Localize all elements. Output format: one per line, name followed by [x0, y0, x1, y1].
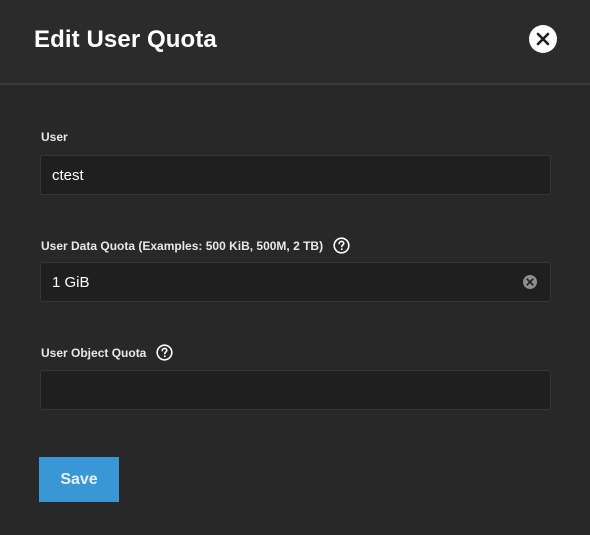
user-field-value[interactable]: ctest: [41, 167, 550, 184]
save-button[interactable]: Save: [39, 457, 119, 502]
dialog-title: Edit User Quota: [34, 26, 217, 53]
data-quota-field[interactable]: 1 GiB: [40, 262, 551, 302]
data-quota-label-text: User Data Quota (Examples: 500 KiB, 500M…: [41, 238, 324, 253]
user-label: User: [41, 130, 68, 144]
user-label-text: User: [41, 130, 68, 144]
object-quota-label: User Object Quota: [41, 344, 173, 361]
clear-icon: [523, 275, 537, 289]
data-quota-field-value[interactable]: 1 GiB: [41, 274, 522, 291]
data-quota-help-icon[interactable]: [333, 237, 350, 254]
dialog-header: Edit User Quota: [0, 0, 590, 85]
clear-button[interactable]: [522, 274, 538, 290]
edit-user-quota-dialog: Edit User Quota User ctest User Data Quo…: [0, 0, 590, 535]
user-field[interactable]: ctest: [40, 155, 551, 195]
help-icon: [333, 237, 350, 254]
object-quota-help-icon[interactable]: [156, 344, 173, 361]
close-icon: [536, 32, 550, 46]
object-quota-label-text: User Object Quota: [41, 345, 147, 360]
object-quota-field[interactable]: [40, 370, 551, 410]
close-button[interactable]: [529, 25, 557, 53]
data-quota-label: User Data Quota (Examples: 500 KiB, 500M…: [41, 237, 350, 254]
help-icon: [156, 344, 173, 361]
